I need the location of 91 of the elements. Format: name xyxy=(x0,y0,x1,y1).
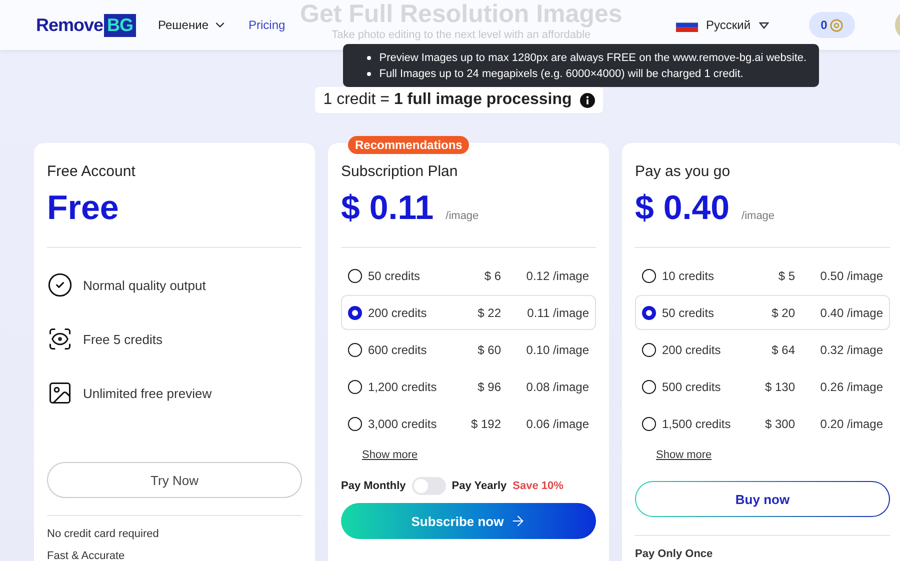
image-icon xyxy=(47,380,73,406)
billing-toggle[interactable] xyxy=(412,477,446,495)
tooltip-text: Preview Images up to max 1280px are always FREE on the www.remove-bg.ai website. xyxy=(379,51,807,66)
credit-option[interactable]: 50 credits $ 20 0.40 /image xyxy=(635,295,890,330)
option-price: $ 20 xyxy=(770,306,795,320)
info-icon[interactable] xyxy=(580,92,595,108)
option-credits: 1,500 credits xyxy=(662,416,732,430)
radio-button[interactable] xyxy=(642,342,656,356)
save-label: Save 10% xyxy=(512,480,564,492)
recommendation-badge: Recommendations xyxy=(348,136,470,154)
option-price: $ 60 xyxy=(476,342,501,356)
option-credits: 1,200 credits xyxy=(368,380,438,394)
option-per-image: 0.12 /image xyxy=(525,268,589,282)
credit-option[interactable]: 500 credits $ 130 0.26 /image xyxy=(635,369,890,404)
option-price: $ 6 xyxy=(483,268,501,282)
feature-text: Unlimited free preview xyxy=(83,386,212,400)
option-price: $ 64 xyxy=(770,342,795,356)
option-per-image: 0.20 /image xyxy=(819,416,883,430)
eye-scan-icon xyxy=(47,326,73,352)
option-price: $ 96 xyxy=(476,380,501,394)
try-now-button[interactable]: Try Now xyxy=(47,462,302,498)
check-circle-icon xyxy=(47,272,73,298)
price-unit: /image xyxy=(446,210,479,222)
subscribe-button[interactable]: Subscribe now xyxy=(341,503,596,539)
plan-price: $ 0.40 xyxy=(635,189,730,228)
option-per-image: 0.50 /image xyxy=(819,268,883,282)
feature-text: Normal quality output xyxy=(83,278,206,292)
credits-counter[interactable]: 0 xyxy=(808,12,856,38)
nav-link[interactable]: Решение xyxy=(158,18,226,32)
tooltip-text: Full Images up to 24 megapixels (e.g. 6000×4000) will be charged 1 credit. xyxy=(379,67,744,82)
buy-now-button[interactable]: Buy now xyxy=(635,481,890,517)
option-credits: 500 credits xyxy=(662,380,722,394)
radio-button[interactable] xyxy=(642,380,656,394)
option-credits: 600 credits xyxy=(368,342,428,356)
credit-option[interactable]: 3,000 credits $ 192 0.06 /image xyxy=(341,406,596,441)
plan-note: Fast & Accurate xyxy=(47,550,126,561)
plan-price: $ 0.11 xyxy=(341,189,434,228)
option-price: $ 22 xyxy=(476,306,501,320)
plan-price: Free xyxy=(47,189,119,228)
radio-button[interactable] xyxy=(642,268,656,282)
radio-button[interactable] xyxy=(348,416,362,430)
pay-yearly-label: Pay Yearly xyxy=(452,480,507,492)
credit-option[interactable]: 50 credits $ 6 0.12 /image xyxy=(341,258,596,293)
option-credits: 10 credits xyxy=(662,268,716,282)
option-per-image: 0.08 /image xyxy=(525,380,589,394)
option-per-image: 0.10 /image xyxy=(525,342,589,356)
option-price: $ 192 xyxy=(470,416,501,430)
option-credits: 200 credits xyxy=(368,306,428,320)
logo[interactable]: Remove BG xyxy=(36,14,136,36)
plan-title: Subscription Plan xyxy=(341,163,459,182)
coin-icon xyxy=(830,18,844,32)
feature-text: Free 5 credits xyxy=(83,332,162,346)
credit-info-text: 1 credit = 1 full image processing xyxy=(323,91,572,109)
option-credits: 3,000 credits xyxy=(368,416,438,430)
option-per-image: 0.06 /image xyxy=(525,416,589,430)
caret-icon xyxy=(758,22,769,28)
show-more-link[interactable]: Show more xyxy=(656,449,712,461)
plan-title: Free Account xyxy=(47,163,136,182)
radio-button[interactable] xyxy=(348,342,362,356)
show-more-link[interactable]: Show more xyxy=(362,449,418,461)
credit-option[interactable]: 600 credits $ 60 0.10 /image xyxy=(341,332,596,367)
option-per-image: 0.26 /image xyxy=(819,380,883,394)
option-price: $ 5 xyxy=(777,268,795,282)
plan-title: Pay as you go xyxy=(635,163,732,182)
option-credits: 50 credits xyxy=(368,268,422,282)
nav-link[interactable]: Pricing xyxy=(248,18,286,32)
credit-option[interactable]: 1,200 credits $ 96 0.08 /image xyxy=(341,369,596,404)
option-credits: 50 credits xyxy=(662,306,716,320)
radio-button[interactable] xyxy=(348,268,362,282)
credit-option[interactable]: 10 credits $ 5 0.50 /image xyxy=(635,258,890,293)
credit-option[interactable]: 200 credits $ 22 0.11 /image xyxy=(341,295,596,330)
language-selector[interactable]: Русский xyxy=(676,18,769,32)
option-credits: 200 credits xyxy=(662,342,722,356)
radio-button[interactable] xyxy=(642,306,656,320)
option-per-image: 0.40 /image xyxy=(819,306,883,320)
bullet-icon xyxy=(367,56,372,60)
bullet-icon xyxy=(367,72,372,76)
plan-note: No credit card required xyxy=(47,528,160,540)
price-unit: /image xyxy=(742,210,775,222)
pay-monthly-label: Pay Monthly xyxy=(341,480,406,492)
radio-button[interactable] xyxy=(348,306,362,320)
option-per-image: 0.32 /image xyxy=(819,342,883,356)
option-price: $ 300 xyxy=(764,416,795,430)
plan-note: Pay Only Once xyxy=(635,548,714,560)
credit-option[interactable]: 1,500 credits $ 300 0.20 /image xyxy=(635,406,890,441)
option-per-image: 0.11 /image xyxy=(526,306,589,320)
option-price: $ 130 xyxy=(764,380,795,394)
credit-option[interactable]: 200 credits $ 64 0.32 /image xyxy=(635,332,890,367)
radio-button[interactable] xyxy=(348,380,362,394)
flag-icon xyxy=(676,18,698,32)
radio-button[interactable] xyxy=(642,416,656,430)
